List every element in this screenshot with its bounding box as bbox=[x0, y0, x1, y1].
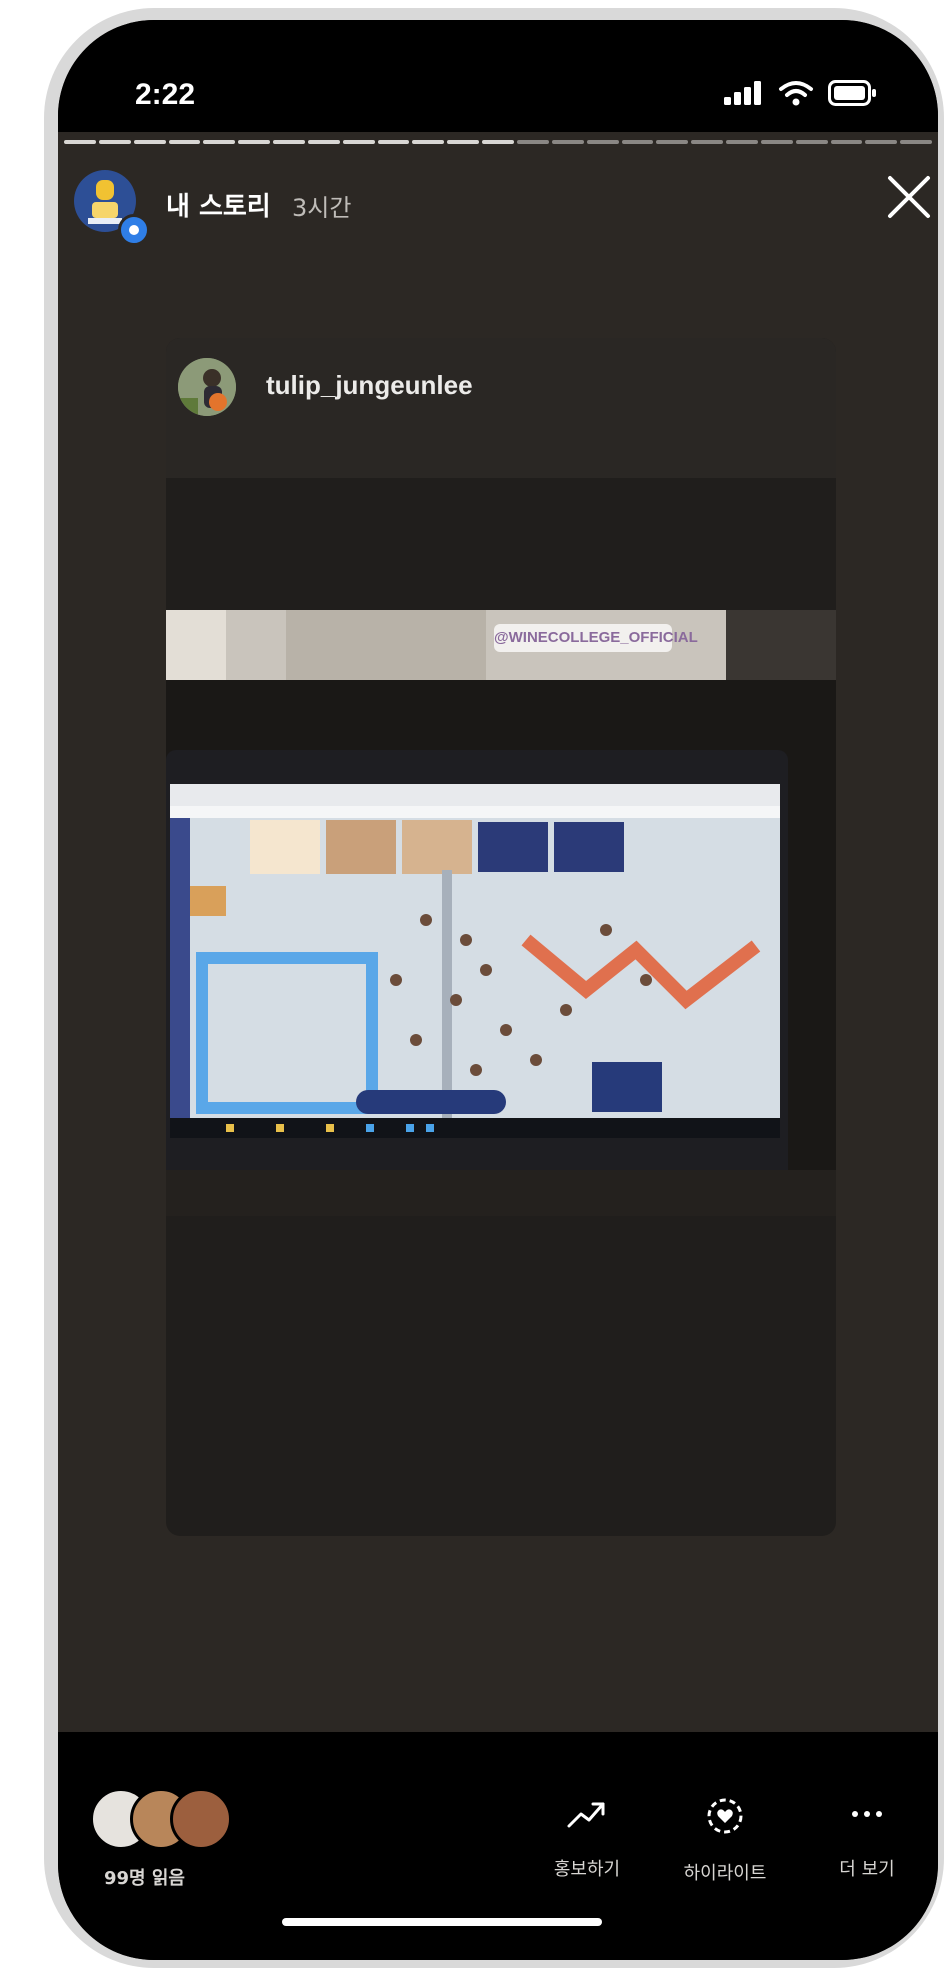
progress-segment bbox=[342, 140, 375, 144]
story-screen: 2:22 내 스토리 3시간 tulip_jungeunlee @WINECOL… bbox=[58, 20, 938, 1960]
shared-post-username[interactable]: tulip_jungeunlee bbox=[266, 370, 473, 401]
close-icon[interactable] bbox=[878, 166, 938, 228]
highlight-heart-icon bbox=[707, 1798, 743, 1834]
status-time: 2:22 bbox=[135, 78, 196, 111]
progress-segment bbox=[238, 140, 271, 144]
progress-segment bbox=[795, 140, 828, 144]
progress-segment bbox=[621, 140, 654, 144]
battery-icon bbox=[828, 80, 876, 106]
progress-segment bbox=[516, 140, 549, 144]
progress-segment bbox=[168, 140, 201, 144]
cellular-signal-icon bbox=[724, 81, 761, 105]
home-indicator[interactable] bbox=[282, 1918, 602, 1926]
story-owner-label[interactable]: 내 스토리 bbox=[166, 186, 271, 223]
laptop-screen bbox=[166, 750, 788, 1170]
wifi-icon bbox=[779, 81, 813, 106]
trending-up-icon bbox=[567, 1802, 605, 1828]
highlight-label: 하이라이트 bbox=[683, 1863, 767, 1884]
progress-segment bbox=[586, 140, 619, 144]
promote-button[interactable]: 홍보하기 bbox=[532, 1796, 642, 1881]
highlight-button[interactable]: 하이라이트 bbox=[670, 1796, 780, 1885]
promote-label: 홍보하기 bbox=[553, 1859, 621, 1880]
viewers-count-label[interactable]: 99명 읽음 bbox=[104, 1864, 185, 1890]
shared-post-avatar bbox=[178, 358, 236, 416]
progress-segment bbox=[98, 140, 131, 144]
add-story-badge-icon[interactable] bbox=[118, 214, 150, 246]
progress-segment bbox=[203, 140, 236, 144]
progress-segment bbox=[900, 140, 933, 144]
shared-post-card[interactable]: tulip_jungeunlee @WINECOLLEGE_OFFICIAL bbox=[166, 338, 836, 1536]
progress-segment bbox=[551, 140, 584, 144]
progress-segment bbox=[133, 140, 166, 144]
progress-segment bbox=[726, 140, 758, 144]
viewers-avatars[interactable] bbox=[90, 1788, 260, 1854]
progress-segment bbox=[64, 140, 96, 144]
progress-segment bbox=[273, 140, 305, 144]
story-header: 내 스토리 3시간 bbox=[74, 170, 934, 246]
more-dots-icon bbox=[852, 1811, 882, 1817]
story-progress-bar bbox=[64, 140, 933, 144]
progress-segment bbox=[656, 140, 689, 144]
progress-segment bbox=[865, 140, 898, 144]
more-label: 더 보기 bbox=[839, 1859, 895, 1880]
progress-segment bbox=[377, 140, 410, 144]
progress-segment bbox=[447, 140, 480, 144]
more-button[interactable]: 더 보기 bbox=[822, 1796, 912, 1881]
progress-segment bbox=[412, 140, 445, 144]
status-icons bbox=[724, 80, 878, 106]
progress-segment bbox=[482, 140, 514, 144]
shared-post-photo: @WINECOLLEGE_OFFICIAL bbox=[166, 610, 836, 1216]
progress-segment bbox=[830, 140, 863, 144]
story-elapsed-time: 3시간 bbox=[292, 194, 352, 222]
hashtag-sticker: @WINECOLLEGE_OFFICIAL bbox=[494, 624, 698, 652]
progress-segment bbox=[307, 140, 340, 144]
progress-segment bbox=[760, 140, 793, 144]
progress-segment bbox=[691, 140, 724, 144]
status-bar: 2:22 bbox=[58, 20, 938, 132]
viewer-avatar bbox=[170, 1788, 232, 1850]
shared-post-header: tulip_jungeunlee bbox=[166, 338, 836, 478]
